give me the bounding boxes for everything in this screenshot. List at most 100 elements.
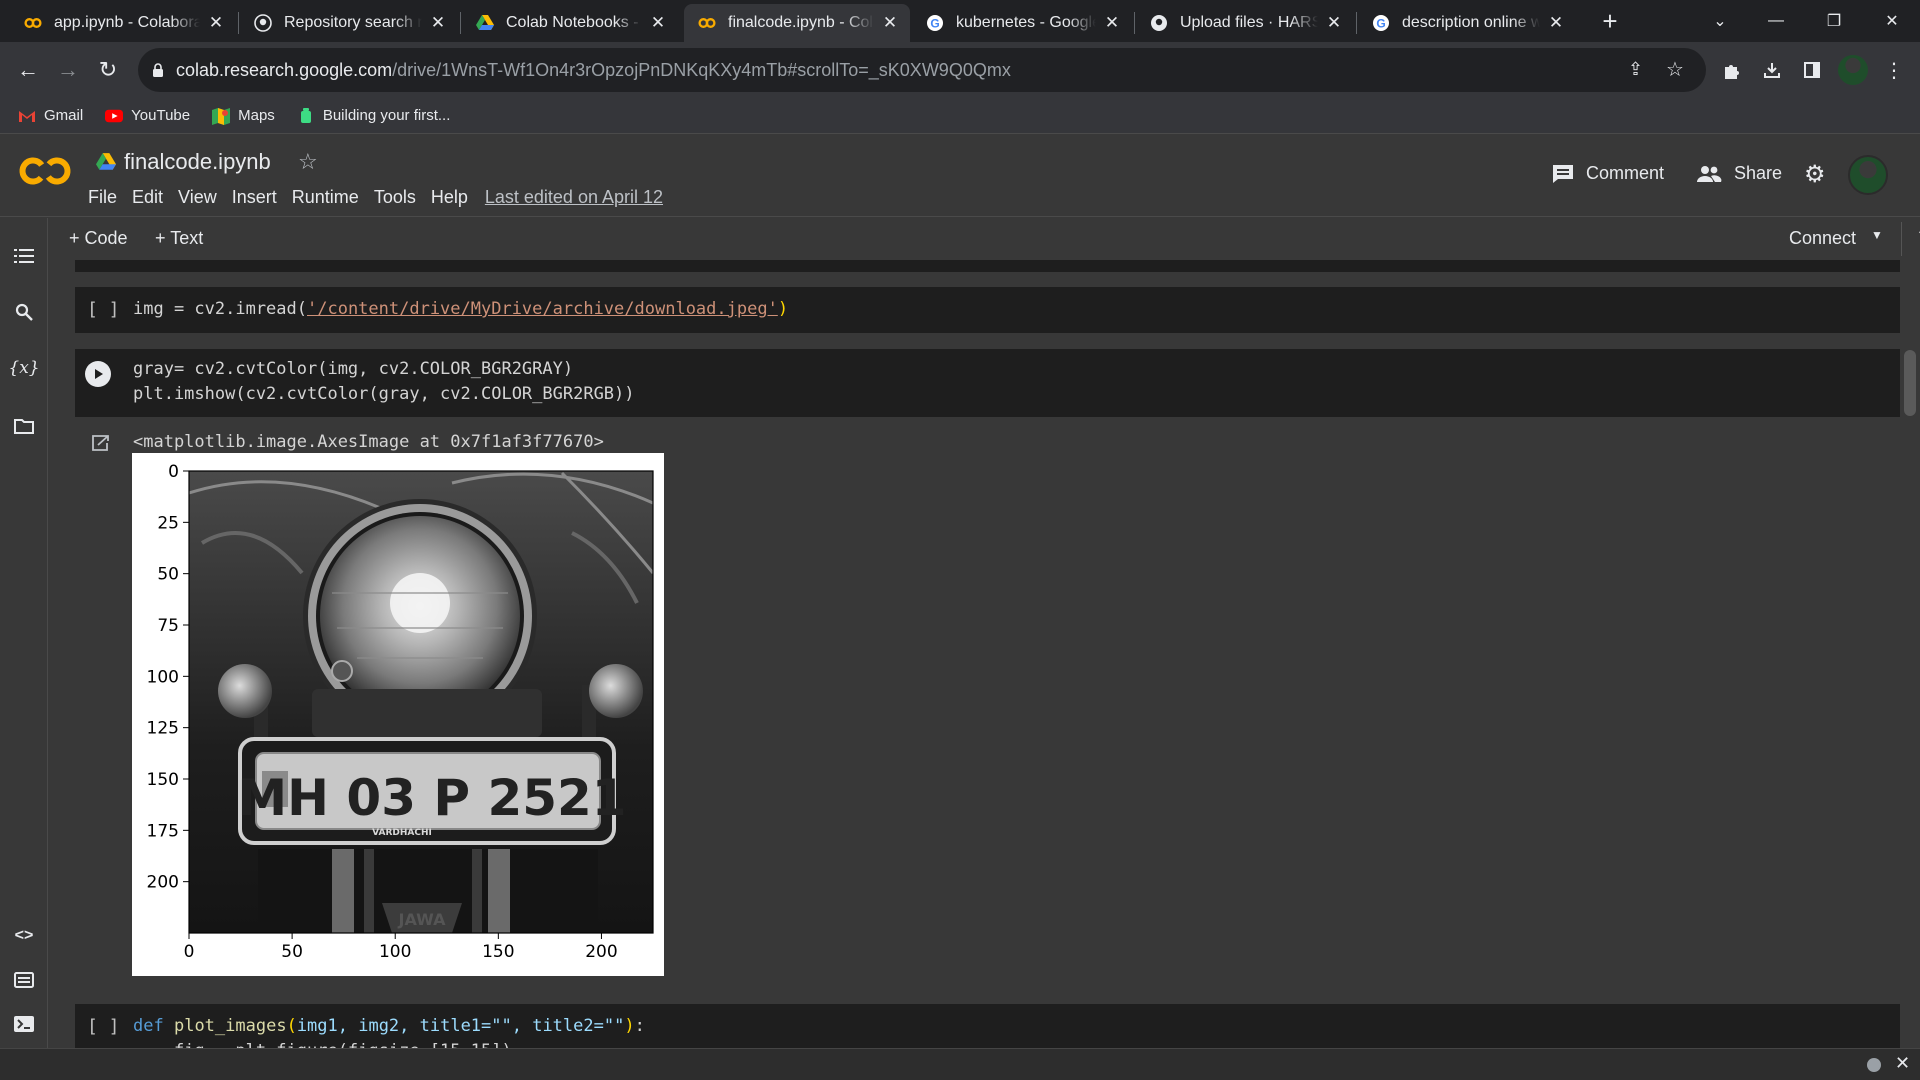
share-page-icon[interactable]: ⇪ <box>1628 59 1643 80</box>
folder-icon[interactable] <box>10 412 38 440</box>
browser-tab-kubernetes[interactable]: G kubernetes - Google S ✕ <box>912 4 1132 42</box>
run-cell-button[interactable] <box>85 361 111 387</box>
command-palette-icon[interactable] <box>10 966 38 994</box>
menu-tools[interactable]: Tools <box>374 187 416 208</box>
plate-text: MH 03 P 2521 <box>237 769 626 827</box>
code-text: ) <box>777 299 789 319</box>
profile-avatar[interactable] <box>1838 55 1868 85</box>
bookmark-gmail[interactable]: Gmail <box>18 107 83 125</box>
minimize-button[interactable]: — <box>1748 0 1804 42</box>
code-cell[interactable]: [ ] img = cv2.imread('/content/drive/MyD… <box>75 287 1900 333</box>
new-tab-button[interactable]: + <box>1584 0 1636 42</box>
google-drive-icon <box>476 14 494 32</box>
bookmark-youtube[interactable]: YouTube <box>105 107 190 125</box>
runtime-status-icon[interactable] <box>1867 1058 1881 1072</box>
kebab-menu-icon[interactable]: ⋮ <box>1880 56 1908 84</box>
cell-run-bracket[interactable]: [ ] <box>87 299 120 320</box>
code-line[interactable]: def plot_images(img1, img2, title1="", t… <box>133 1014 645 1039</box>
notebook-scrollbar[interactable] <box>1904 350 1916 416</box>
back-arrow-icon[interactable]: ← <box>12 54 44 86</box>
variables-icon[interactable]: {x} <box>8 354 39 382</box>
close-icon[interactable]: ✕ <box>1546 13 1566 33</box>
add-text-button[interactable]: + Text <box>155 228 203 249</box>
search-icon[interactable] <box>10 298 38 326</box>
avatar[interactable] <box>1848 155 1888 195</box>
code-line[interactable]: gray= cv2.cvtColor(img, cv2.COLOR_BGR2GR… <box>133 357 573 382</box>
code-text: img = cv2.imread( <box>133 299 307 319</box>
url-host: colab.research.google.com <box>176 59 393 80</box>
address-bar[interactable]: colab.research.google.com/drive/1WnsT-Wf… <box>138 48 1706 92</box>
code-line[interactable]: img = cv2.imread('/content/drive/MyDrive… <box>133 297 788 322</box>
code-keyword: def <box>133 1016 164 1036</box>
code-snippets-icon[interactable]: <> <box>10 922 38 950</box>
notebook-title[interactable]: finalcode.ipynb <box>96 149 271 175</box>
browser-tab-strip: app.ipynb - Colaborat ✕ Repository searc… <box>0 0 1920 42</box>
chevron-up-icon[interactable]: ⌃ <box>1915 224 1920 249</box>
menu-file[interactable]: File <box>88 187 117 208</box>
menu-insert[interactable]: Insert <box>232 187 277 208</box>
comment-button[interactable]: Comment <box>1552 163 1664 184</box>
youtube-icon <box>105 107 124 125</box>
menu-help[interactable]: Help <box>431 187 468 208</box>
tab-search-chevron-icon[interactable]: ⌄ <box>1692 0 1748 42</box>
menu-edit[interactable]: Edit <box>132 187 163 208</box>
share-button[interactable]: Share <box>1696 163 1782 184</box>
bookmark-maps[interactable]: Maps <box>212 107 275 125</box>
y-tick-label: 100 <box>147 667 179 687</box>
close-icon[interactable]: ✕ <box>880 13 900 33</box>
x-tick-label: 150 <box>482 942 514 962</box>
settings-gear-icon[interactable]: ⚙ <box>1804 160 1826 189</box>
colab-icon <box>24 14 42 32</box>
reload-icon[interactable]: ↻ <box>92 54 124 86</box>
code-line[interactable]: plt.imshow(cv2.cvtColor(gray, cv2.COLOR_… <box>133 382 635 407</box>
y-tick-label: 25 <box>157 513 179 533</box>
code-function-name: plot_images <box>173 1016 287 1036</box>
star-icon[interactable]: ☆ <box>298 149 318 175</box>
divider <box>1901 222 1902 256</box>
extensions-puzzle-icon[interactable] <box>1718 56 1746 84</box>
close-icon[interactable]: ✕ <box>1324 13 1344 33</box>
svg-text:JAWA: JAWA <box>398 910 447 929</box>
forward-arrow-icon[interactable]: → <box>52 54 84 86</box>
side-panel-icon[interactable] <box>1798 56 1826 84</box>
browser-tab-upload-files[interactable]: Upload files · HARSHA ✕ <box>1136 4 1354 42</box>
bookmark-star-icon[interactable]: ☆ <box>1666 57 1684 82</box>
restore-button[interactable]: ❐ <box>1806 0 1862 42</box>
bookmark-label: Building your first... <box>322 107 451 124</box>
code-cell[interactable]: gray= cv2.cvtColor(img, cv2.COLOR_BGR2GR… <box>75 349 1900 417</box>
tab-title: finalcode.ipynb - Cola <box>728 14 874 31</box>
browser-tab-repository-search[interactable]: Repository search resu ✕ <box>240 4 458 42</box>
window-close-button[interactable]: ✕ <box>1864 0 1920 42</box>
grayscale-motorcycle-image: MH 03 P 2521 VARDHACHI JAWA <box>189 471 653 933</box>
notebook-title-text: finalcode.ipynb <box>124 149 271 174</box>
close-icon[interactable]: ✕ <box>648 13 668 33</box>
browser-tab-description[interactable]: G description online wri ✕ <box>1358 4 1576 42</box>
connect-button[interactable]: Connect <box>1789 228 1856 249</box>
close-icon[interactable]: ✕ <box>1895 1053 1910 1074</box>
caret-down-icon[interactable]: ▼ <box>1871 228 1883 242</box>
add-code-button[interactable]: + Code <box>69 228 128 249</box>
output-actions-icon[interactable] <box>91 434 111 454</box>
x-tick-label: 100 <box>379 942 411 962</box>
cell-run-bracket[interactable]: [ ] <box>87 1016 120 1037</box>
code-line[interactable]: fig = plt.figure(figsize=[15,15]) <box>133 1039 512 1048</box>
browser-tab-colab-notebooks[interactable]: Colab Notebooks - Go ✕ <box>462 4 678 42</box>
close-icon[interactable]: ✕ <box>1102 13 1122 33</box>
notebook-area: [ ] img = cv2.imread('/content/drive/MyD… <box>49 260 1901 1048</box>
menu-view[interactable]: View <box>178 187 217 208</box>
close-icon[interactable]: ✕ <box>428 13 448 33</box>
colab-icon <box>698 14 716 32</box>
menu-runtime[interactable]: Runtime <box>292 187 359 208</box>
colab-logo[interactable] <box>18 155 72 187</box>
last-edited-link[interactable]: Last edited on April 12 <box>485 187 663 208</box>
x-tick-label: 0 <box>184 942 195 962</box>
tab-title: Repository search resu <box>284 14 422 31</box>
close-icon[interactable]: ✕ <box>206 13 226 33</box>
code-cell[interactable]: [ ] def plot_images(img1, img2, title1="… <box>75 1004 1900 1048</box>
browser-tab-app-ipynb[interactable]: app.ipynb - Colaborat ✕ <box>10 4 236 42</box>
bookmark-building-your-first[interactable]: Building your first... <box>297 107 451 125</box>
download-icon[interactable] <box>1758 56 1786 84</box>
terminal-icon[interactable] <box>10 1010 38 1038</box>
table-of-contents-icon[interactable] <box>10 242 38 270</box>
browser-tab-finalcode[interactable]: finalcode.ipynb - Cola ✕ <box>684 4 910 42</box>
